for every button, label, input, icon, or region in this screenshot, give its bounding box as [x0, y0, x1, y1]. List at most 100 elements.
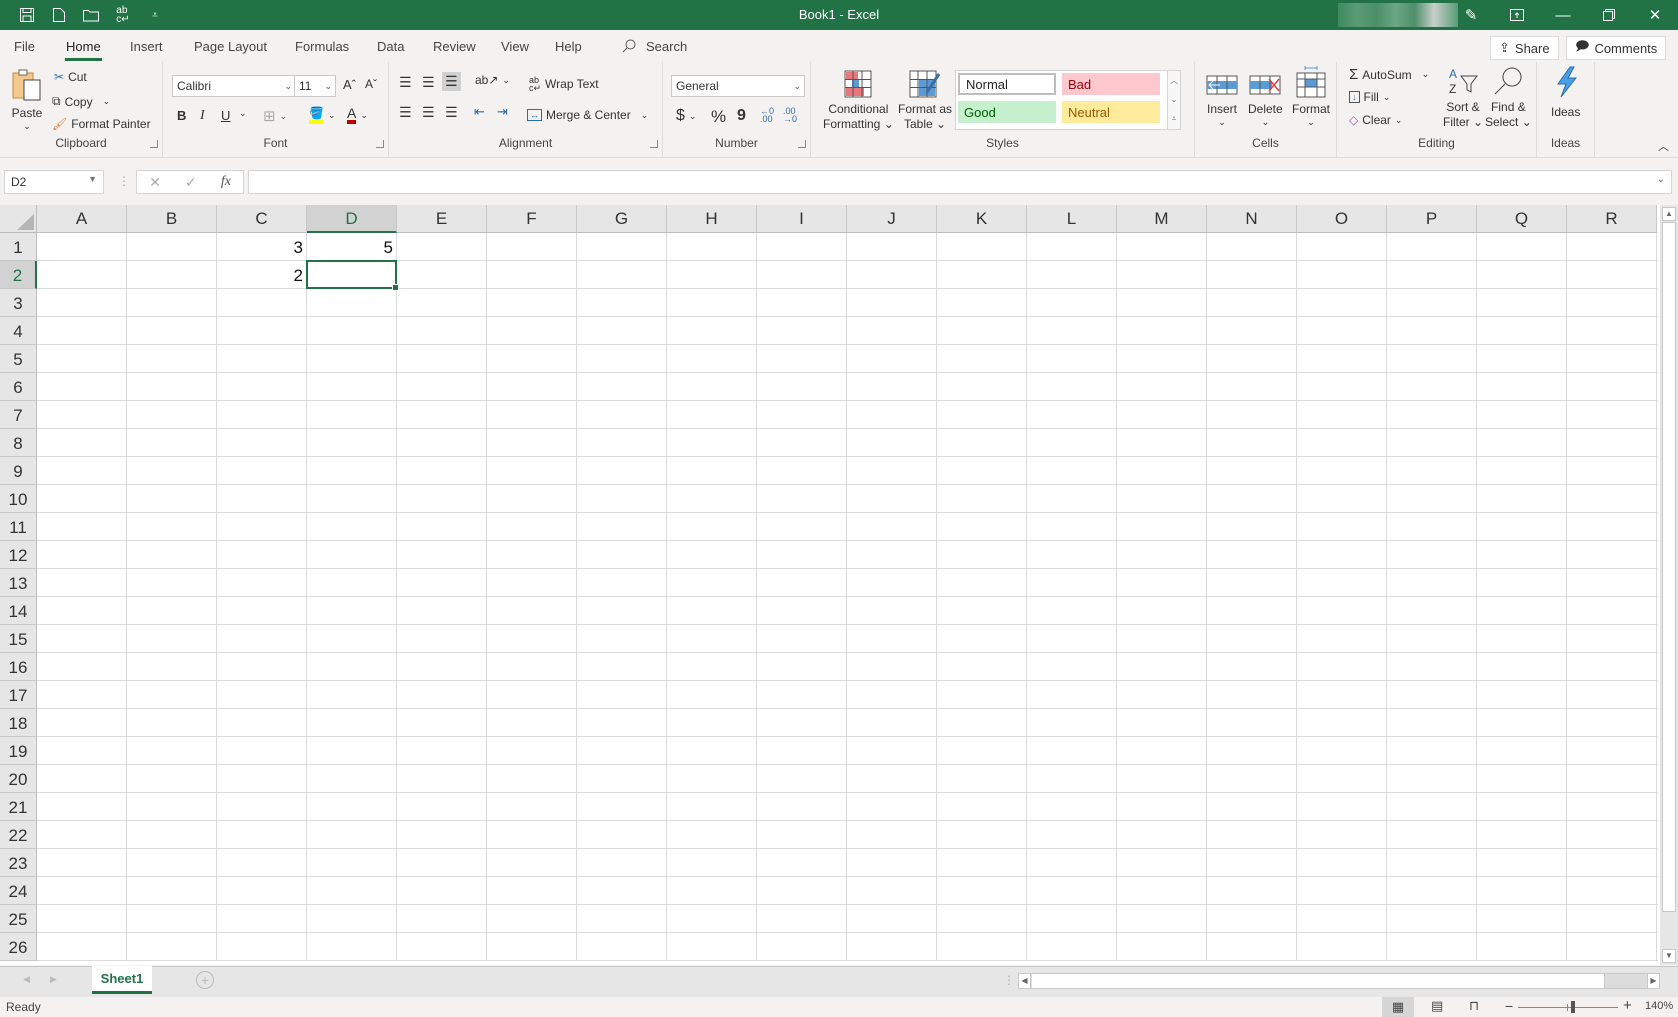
- column-header-f[interactable]: F: [487, 205, 577, 233]
- font-color-button[interactable]: A ⌄: [347, 106, 368, 124]
- column-header-e[interactable]: E: [397, 205, 487, 233]
- tab-split-grip-icon[interactable]: ⋮: [1003, 973, 1015, 987]
- column-header-g[interactable]: G: [577, 205, 667, 233]
- expand-formula-icon[interactable]: ⌄: [1657, 174, 1665, 185]
- row-header-11[interactable]: 11: [0, 513, 37, 541]
- sort-filter-button[interactable]: AZ Sort & Filter ⌄: [1443, 66, 1483, 129]
- horizontal-scroll-thumb[interactable]: [1032, 974, 1605, 988]
- format-painter-button[interactable]: 🖌 Format Painter: [52, 117, 151, 131]
- gallery-down-icon[interactable]: ⌄: [1168, 90, 1180, 109]
- normal-view-icon[interactable]: ▦: [1382, 997, 1414, 1017]
- fill-button[interactable]: ↓ Fill ⌄: [1349, 90, 1390, 104]
- row-header-6[interactable]: 6: [0, 373, 37, 401]
- row-header-8[interactable]: 8: [0, 429, 37, 457]
- horizontal-scrollbar[interactable]: ◀ ▶: [1018, 973, 1660, 989]
- borders-button[interactable]: ⊞ ⌄: [263, 107, 287, 125]
- pen-icon[interactable]: ✎: [1448, 0, 1494, 30]
- column-header-k[interactable]: K: [937, 205, 1027, 233]
- ideas-button[interactable]: Ideas: [1551, 66, 1580, 119]
- underline-button[interactable]: U: [221, 108, 230, 123]
- bold-button[interactable]: B: [177, 108, 186, 123]
- column-header-r[interactable]: R: [1567, 205, 1657, 233]
- tab-formulas[interactable]: Formulas: [295, 39, 349, 54]
- column-header-i[interactable]: I: [757, 205, 847, 233]
- row-header-26[interactable]: 26: [0, 933, 37, 961]
- spreadsheet-grid[interactable]: A B C D E F G H I J K L M N O P Q R 1 2 3 4 5 6 7 8 9 10 11 12 13 14 15 1…: [0, 205, 1678, 965]
- style-good[interactable]: Good: [958, 101, 1056, 123]
- format-as-table-button[interactable]: Format as Table ⌄: [898, 70, 952, 131]
- name-box[interactable]: D2 ▼: [4, 170, 104, 194]
- cut-button[interactable]: ✂ Cut: [54, 70, 87, 84]
- increase-decimal-button[interactable]: ←0.00: [760, 107, 774, 124]
- fill-color-button[interactable]: 🪣 ⌄: [309, 106, 336, 124]
- middle-align-button[interactable]: ☰: [422, 74, 435, 91]
- row-header-22[interactable]: 22: [0, 821, 37, 849]
- row-header-25[interactable]: 25: [0, 905, 37, 933]
- name-box-dropdown-icon[interactable]: ▼: [88, 174, 97, 184]
- format-cells-button[interactable]: Format ⌄: [1292, 66, 1330, 128]
- scroll-down-icon[interactable]: ▼: [1662, 949, 1676, 963]
- alignment-launcher-icon[interactable]: [650, 140, 658, 148]
- cell-c2[interactable]: 2: [217, 261, 307, 289]
- styles-gallery-scroll[interactable]: ︿ ⌄ ⩡: [1167, 70, 1181, 130]
- font-size-select[interactable]: 11 ⌄: [294, 75, 336, 97]
- row-header-21[interactable]: 21: [0, 793, 37, 821]
- scroll-left-icon[interactable]: ◀: [1019, 974, 1031, 988]
- row-header-3[interactable]: 3: [0, 289, 37, 317]
- collapse-ribbon-icon[interactable]: ︿: [1658, 138, 1669, 154]
- tab-data[interactable]: Data: [377, 39, 404, 54]
- row-header-5[interactable]: 5: [0, 345, 37, 373]
- delete-cells-button[interactable]: Delete ⌄: [1248, 70, 1283, 128]
- font-name-select[interactable]: Calibri ⌄: [172, 75, 296, 97]
- column-header-p[interactable]: P: [1387, 205, 1477, 233]
- row-header-15[interactable]: 15: [0, 625, 37, 653]
- prev-sheet-icon[interactable]: ◀: [23, 974, 30, 985]
- autosum-button[interactable]: Σ AutoSum ⌄: [1349, 66, 1429, 83]
- zoom-slider[interactable]: [1518, 1001, 1618, 1013]
- column-header-b[interactable]: B: [127, 205, 217, 233]
- zoom-slider-thumb[interactable]: [1571, 1001, 1575, 1013]
- vertical-scrollbar[interactable]: ▲ ▼: [1660, 205, 1678, 965]
- column-header-o[interactable]: O: [1297, 205, 1387, 233]
- comments-button[interactable]: 🗩 Comments: [1566, 36, 1667, 60]
- zoom-out-icon[interactable]: −: [1505, 998, 1513, 1014]
- formula-bar-grip-icon[interactable]: ⋮: [118, 174, 130, 188]
- increase-font-size-button[interactable]: Aˆ: [343, 77, 356, 92]
- underline-dropdown[interactable]: ⌄: [239, 108, 247, 119]
- row-header-2[interactable]: 2: [0, 261, 37, 289]
- decrease-indent-button[interactable]: ⇤: [474, 104, 485, 120]
- currency-button[interactable]: $ ⌄: [676, 107, 696, 125]
- increase-indent-button[interactable]: ⇥: [497, 104, 508, 120]
- restore-icon[interactable]: [1586, 0, 1632, 30]
- user-account-redacted[interactable]: [1338, 3, 1458, 27]
- vertical-scroll-thumb[interactable]: [1662, 222, 1676, 912]
- style-neutral[interactable]: Neutral: [1062, 101, 1160, 123]
- row-header-20[interactable]: 20: [0, 765, 37, 793]
- column-header-c[interactable]: C: [217, 205, 307, 233]
- tab-insert[interactable]: Insert: [130, 39, 163, 54]
- row-header-23[interactable]: 23: [0, 849, 37, 877]
- next-sheet-icon[interactable]: ▶: [50, 974, 57, 985]
- insert-function-icon[interactable]: fx: [221, 174, 231, 190]
- style-bad[interactable]: Bad: [1062, 73, 1160, 95]
- row-header-16[interactable]: 16: [0, 653, 37, 681]
- merge-center-button[interactable]: ↔ Merge & Center ⌄: [527, 108, 648, 122]
- row-header-12[interactable]: 12: [0, 541, 37, 569]
- insert-cells-button[interactable]: Insert ⌄: [1206, 70, 1238, 128]
- column-header-a[interactable]: A: [37, 205, 127, 233]
- gallery-more-icon[interactable]: ⩡: [1168, 109, 1180, 128]
- tab-review[interactable]: Review: [433, 39, 476, 54]
- row-header-4[interactable]: 4: [0, 317, 37, 345]
- row-header-10[interactable]: 10: [0, 485, 37, 513]
- clear-button[interactable]: ◇ Clear ⌄: [1349, 113, 1402, 127]
- column-header-j[interactable]: J: [847, 205, 937, 233]
- close-icon[interactable]: ✕: [1632, 0, 1678, 30]
- scroll-right-icon[interactable]: ▶: [1647, 974, 1659, 988]
- select-all-button[interactable]: [0, 205, 37, 233]
- add-sheet-icon[interactable]: +: [196, 971, 214, 989]
- ribbon-display-icon[interactable]: [1494, 0, 1540, 30]
- tab-home[interactable]: Home: [65, 39, 102, 61]
- zoom-level[interactable]: 140%: [1645, 1000, 1673, 1012]
- column-header-q[interactable]: Q: [1477, 205, 1567, 233]
- selected-cell-d2[interactable]: [306, 260, 399, 291]
